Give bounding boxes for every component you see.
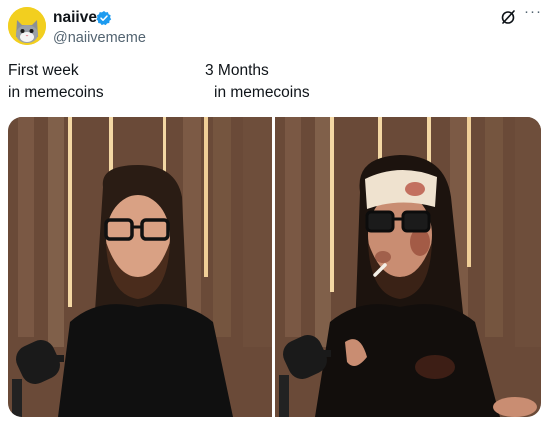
caption-left-line1: First week: [8, 62, 79, 79]
verified-badge-icon: [96, 10, 112, 26]
right-photo[interactable]: [275, 117, 541, 417]
caption-left-line2: in memecoins: [8, 84, 104, 101]
caption-right-line2: in memecoins: [214, 84, 310, 101]
author-name[interactable]: naiive: [53, 9, 97, 27]
avatar[interactable]: [8, 7, 46, 45]
tweet-media[interactable]: [8, 117, 541, 417]
author-handle[interactable]: @naiivememe: [53, 29, 146, 47]
more-options-icon[interactable]: ···: [523, 4, 543, 24]
grok-icon[interactable]: [500, 9, 516, 25]
left-photo[interactable]: [8, 117, 272, 417]
caption-right-line1: 3 Months: [205, 62, 269, 79]
